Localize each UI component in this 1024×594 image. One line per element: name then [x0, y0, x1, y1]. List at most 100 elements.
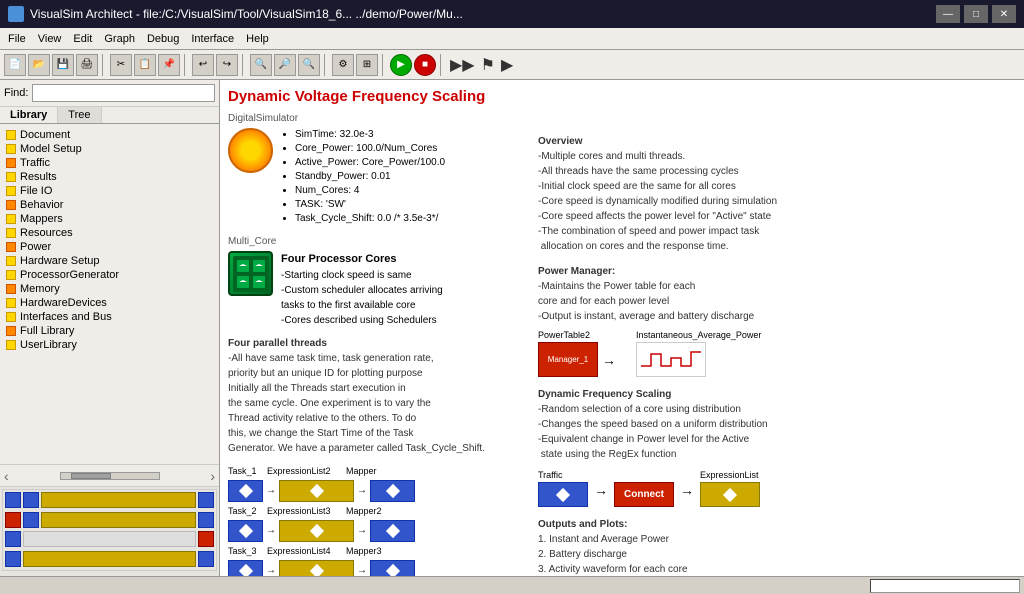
print-button[interactable]: 🖨 — [76, 54, 98, 76]
close-button[interactable]: ✕ — [992, 5, 1016, 23]
open-button[interactable]: 📂 — [28, 54, 50, 76]
pipeline-row-2: Task_2 ExpressionList3 Mapper2 — [228, 506, 528, 516]
sim-param-3: Standby_Power: 0.01 — [295, 170, 445, 184]
core-desc-3: tasks to the first available core — [281, 300, 416, 311]
nav-bar: ‹ › — [0, 464, 219, 486]
tree-item-0[interactable]: Document — [4, 128, 215, 142]
tree-item-label-14: Full Library — [20, 325, 74, 337]
menu-item-interface[interactable]: Interface — [191, 33, 234, 45]
settings-button[interactable]: ⚙ — [332, 54, 354, 76]
core-desc-1: -Starting clock speed is same — [281, 270, 412, 281]
tree-item-label-3: Results — [20, 171, 57, 183]
tree-item-11[interactable]: Memory — [4, 282, 215, 296]
menu-item-view[interactable]: View — [38, 33, 62, 45]
tree-item-4[interactable]: File IO — [4, 184, 215, 198]
menu-item-help[interactable]: Help — [246, 33, 269, 45]
tree-bullet-13 — [6, 312, 16, 322]
tree-item-2[interactable]: Traffic — [4, 156, 215, 170]
tree-item-12[interactable]: HardwareDevices — [4, 296, 215, 310]
toolbar-sep-6 — [440, 54, 444, 76]
toolbar-sep-4 — [324, 54, 328, 76]
play-button[interactable]: ▶ — [390, 54, 412, 76]
tree-item-7[interactable]: Resources — [4, 226, 215, 240]
find-input[interactable] — [32, 84, 215, 102]
connect-arrow: → — [594, 482, 608, 498]
tree-bullet-0 — [6, 130, 16, 140]
tree-item-14[interactable]: Full Library — [4, 324, 215, 338]
core-desc-4: -Cores described using Schedulers — [281, 315, 437, 326]
power-table-area: PowerTable2 Manager_1 → Instantaneous_Av… — [538, 330, 1016, 377]
tree-item-label-9: Hardware Setup — [20, 255, 100, 267]
tree-list: Document Model SetupTrafficResults File IO… — [0, 124, 219, 464]
maximize-button[interactable]: □ — [964, 5, 988, 23]
menu-item-graph[interactable]: Graph — [104, 33, 135, 45]
tree-item-label-5: Behavior — [20, 199, 63, 211]
forward-arrow[interactable]: ▶ — [499, 55, 515, 75]
paste-button[interactable]: 📌 — [158, 54, 180, 76]
zoom-out-button[interactable]: 🔎 — [274, 54, 296, 76]
outputs-text: 1. Instant and Average Power2. Battery d… — [538, 534, 746, 576]
task3-box — [228, 560, 263, 577]
menu-item-edit[interactable]: Edit — [73, 33, 92, 45]
dfs-label: Dynamic Frequency Scaling — [538, 387, 1016, 402]
dfs-section: Dynamic Frequency Scaling -Random select… — [538, 387, 1016, 462]
find-bar: Find: — [0, 80, 219, 107]
core-desc-2: -Custom scheduler allocates arriving — [281, 285, 443, 296]
tree-item-15[interactable]: UserLibrary — [4, 338, 215, 352]
tree-bullet-15 — [6, 340, 16, 350]
tree-item-9[interactable]: Hardware Setup — [4, 254, 215, 268]
redo-button[interactable]: ↪ — [216, 54, 238, 76]
task1-label: Task_1 — [228, 466, 263, 476]
new-button[interactable]: 📄 — [4, 54, 26, 76]
tree-item-label-1: Model Setup — [20, 143, 82, 155]
overview-label: Overview — [538, 134, 1016, 149]
exprlist-box — [700, 482, 760, 507]
grid-button[interactable]: ⊞ — [356, 54, 378, 76]
tree-item-label-7: Resources — [20, 227, 73, 239]
sim-icon — [228, 128, 273, 173]
sim-param-6: Task_Cycle_Shift: 0.0 /* 3.5e-3*/ — [295, 212, 445, 226]
tree-bullet-8 — [6, 242, 16, 252]
tree-item-label-4: File IO — [20, 185, 52, 197]
exprlist3-label: ExpressionList3 — [267, 506, 342, 516]
traffic-label: Traffic — [538, 470, 588, 480]
tab-tree[interactable]: Tree — [58, 107, 101, 123]
menu-item-debug[interactable]: Debug — [147, 33, 179, 45]
flag-icon[interactable]: ⚑ — [479, 55, 497, 75]
tree-bullet-7 — [6, 228, 16, 238]
nav-right[interactable]: › — [210, 468, 215, 484]
toolbar-sep-1 — [102, 54, 106, 76]
tree-item-6[interactable]: Mappers — [4, 212, 215, 226]
multicore-section: Four Processor Cores -Starting clock spe… — [228, 251, 528, 328]
sim-params: SimTime: 32.0e-3Core_Power: 100.0/Num_Co… — [281, 128, 445, 226]
tree-item-10[interactable]: ProcessorGenerator — [4, 268, 215, 282]
tab-library[interactable]: Library — [0, 107, 58, 123]
next-arrow[interactable]: ▶▶ — [448, 55, 477, 75]
digital-simulator-label: DigitalSimulator — [228, 113, 1016, 124]
menu-item-file[interactable]: File — [8, 33, 26, 45]
stop-button[interactable]: ■ — [414, 54, 436, 76]
tree-bullet-12 — [6, 298, 16, 308]
tree-bullet-14 — [6, 326, 16, 336]
tree-item-8[interactable]: Power — [4, 240, 215, 254]
tree-item-label-0: Document — [20, 129, 70, 141]
main-title: Dynamic Voltage Frequency Scaling — [228, 88, 1016, 105]
zoom-in-button[interactable]: 🔍 — [250, 54, 272, 76]
outputs-section: Outputs and Plots: 1. Instant and Averag… — [538, 517, 1016, 576]
tree-item-5[interactable]: Behavior — [4, 198, 215, 212]
task1-box — [228, 480, 263, 502]
tree-item-3[interactable]: Results — [4, 170, 215, 184]
copy-button[interactable]: 📋 — [134, 54, 156, 76]
nav-left[interactable]: ‹ — [4, 468, 9, 484]
minimize-button[interactable]: — — [936, 5, 960, 23]
exprlist-label: ExpressionList — [700, 470, 760, 480]
tree-item-1[interactable]: Model Setup — [4, 142, 215, 156]
tree-item-13[interactable]: Interfaces and Bus — [4, 310, 215, 324]
undo-button[interactable]: ↩ — [192, 54, 214, 76]
left-panel: Find: Library Tree Document Model SetupTr… — [0, 80, 220, 576]
save-button[interactable]: 💾 — [52, 54, 74, 76]
overview-text: -Multiple cores and multi threads.-All t… — [538, 151, 777, 252]
menu-bar: File View Edit Graph Debug Interface Help — [0, 28, 1024, 50]
search-button[interactable]: 🔍 — [298, 54, 320, 76]
cut-button[interactable]: ✂ — [110, 54, 132, 76]
